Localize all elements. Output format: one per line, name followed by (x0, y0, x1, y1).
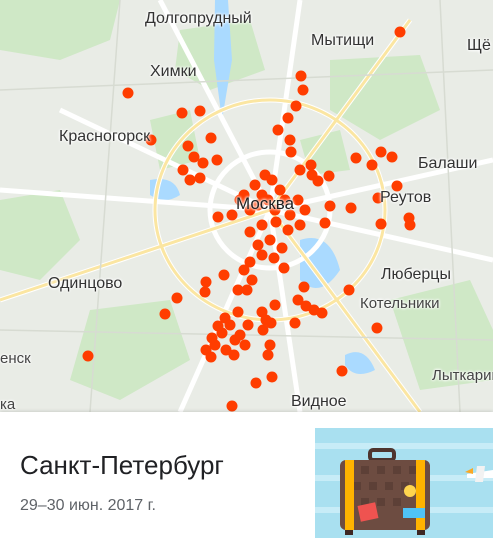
location-marker[interactable] (228, 349, 240, 361)
location-marker[interactable] (239, 339, 251, 351)
label-balashikha: Балаши (418, 155, 478, 172)
location-marker[interactable] (242, 319, 254, 331)
location-marker[interactable] (272, 124, 284, 136)
location-marker[interactable] (194, 172, 206, 184)
location-marker[interactable] (394, 26, 406, 38)
location-marker[interactable] (264, 234, 276, 246)
location-marker[interactable] (256, 219, 268, 231)
location-marker[interactable] (177, 164, 189, 176)
location-marker[interactable] (205, 132, 217, 144)
location-marker[interactable] (246, 274, 258, 286)
label-odintsovo: Одинцово (48, 275, 123, 292)
location-marker[interactable] (270, 216, 282, 228)
label-dolgoprudny: Долгопрудный (145, 10, 252, 27)
location-marker[interactable] (336, 365, 348, 377)
location-marker[interactable] (350, 152, 362, 164)
location-marker[interactable] (211, 154, 223, 166)
location-marker[interactable] (199, 286, 211, 298)
label-vidnoe: Видное (291, 393, 347, 410)
location-marker[interactable] (194, 105, 206, 117)
location-marker[interactable] (82, 350, 94, 362)
location-marker[interactable] (278, 262, 290, 274)
location-marker[interactable] (232, 306, 244, 318)
label-reutov: Реутов (380, 189, 432, 206)
location-marker[interactable] (294, 219, 306, 231)
location-marker[interactable] (212, 211, 224, 223)
location-marker[interactable] (312, 175, 324, 187)
location-marker[interactable] (268, 252, 280, 264)
location-marker[interactable] (294, 164, 306, 176)
location-marker[interactable] (305, 159, 317, 171)
location-marker[interactable] (252, 239, 264, 251)
location-marker[interactable] (289, 317, 301, 329)
location-marker[interactable] (226, 400, 238, 412)
label-mytishchi: Мытищи (311, 32, 375, 49)
location-marker[interactable] (200, 276, 212, 288)
location-marker[interactable] (282, 224, 294, 236)
label-ka: ка (0, 396, 16, 412)
location-marker[interactable] (366, 159, 378, 171)
location-marker[interactable] (244, 226, 256, 238)
location-marker[interactable] (298, 281, 310, 293)
trip-title[interactable]: Санкт-Петербург (20, 450, 224, 481)
location-marker[interactable] (224, 319, 236, 331)
label-kotelniki: Котельники (360, 295, 440, 312)
label-enska: енск (0, 350, 31, 367)
location-marker[interactable] (249, 179, 261, 191)
location-marker[interactable] (375, 218, 387, 230)
location-marker[interactable] (238, 264, 250, 276)
location-marker[interactable] (404, 219, 416, 231)
location-marker[interactable] (299, 204, 311, 216)
location-marker[interactable] (266, 174, 278, 186)
location-marker[interactable] (205, 351, 217, 363)
location-marker[interactable] (324, 200, 336, 212)
location-marker[interactable] (250, 377, 262, 389)
location-marker[interactable] (122, 87, 134, 99)
location-marker[interactable] (206, 332, 218, 344)
location-marker[interactable] (282, 112, 294, 124)
location-marker[interactable] (319, 217, 331, 229)
location-marker[interactable] (212, 320, 224, 332)
label-shchelkovo: Щё (467, 37, 491, 54)
location-marker[interactable] (284, 134, 296, 146)
location-marker[interactable] (285, 146, 297, 158)
label-lyubertsy: Люберцы (381, 266, 451, 283)
label-krasnogorsk: Красногорск (59, 128, 151, 145)
location-marker[interactable] (295, 70, 307, 82)
location-marker[interactable] (375, 146, 387, 158)
trip-dates: 29–30 июн. 2017 г. (20, 497, 156, 514)
label-moskva: Москва (236, 194, 295, 213)
location-marker[interactable] (371, 322, 383, 334)
trip-thumbnail[interactable] (315, 428, 493, 538)
location-marker[interactable] (276, 242, 288, 254)
map-view[interactable]: Долгопрудный Мытищи Щё Химки Красногорск… (0, 0, 493, 412)
location-marker[interactable] (234, 329, 246, 341)
location-marker[interactable] (188, 151, 200, 163)
location-marker[interactable] (290, 100, 302, 112)
location-marker[interactable] (176, 107, 188, 119)
location-marker[interactable] (257, 324, 269, 336)
location-marker[interactable] (256, 249, 268, 261)
location-marker[interactable] (323, 170, 335, 182)
location-marker[interactable] (343, 284, 355, 296)
location-marker[interactable] (197, 157, 209, 169)
location-marker[interactable] (241, 284, 253, 296)
location-marker[interactable] (184, 174, 196, 186)
location-marker[interactable] (386, 151, 398, 163)
label-lytkarino: Лыткарино (432, 367, 493, 384)
location-marker[interactable] (182, 140, 194, 152)
location-marker[interactable] (316, 307, 328, 319)
label-khimki: Химки (150, 63, 197, 80)
suitcase-icon (315, 428, 493, 538)
location-marker[interactable] (264, 339, 276, 351)
location-marker[interactable] (297, 84, 309, 96)
location-marker[interactable] (269, 299, 281, 311)
location-marker[interactable] (262, 349, 274, 361)
location-marker[interactable] (292, 194, 304, 206)
location-marker[interactable] (345, 202, 357, 214)
location-marker[interactable] (266, 371, 278, 383)
location-marker[interactable] (171, 292, 183, 304)
location-marker[interactable] (159, 308, 171, 320)
location-marker[interactable] (218, 269, 230, 281)
